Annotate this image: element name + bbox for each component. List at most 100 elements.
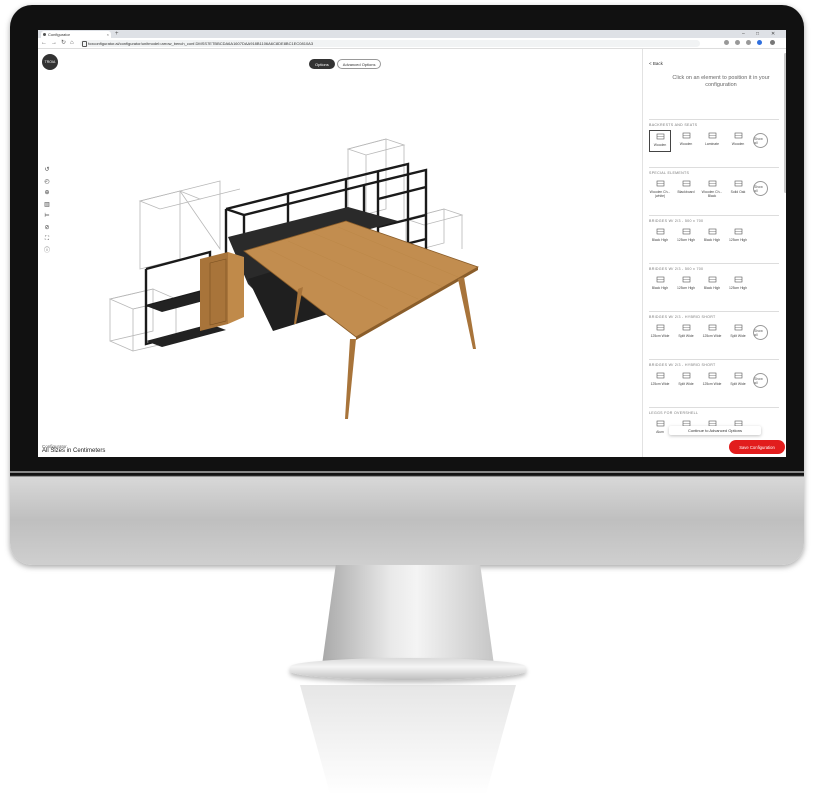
show-all-button[interactable]: Show all xyxy=(753,373,768,388)
option-row: Black High 125cm High Black High 125cm High xyxy=(649,274,779,296)
save-configuration-button[interactable]: Save Configuration xyxy=(729,440,785,454)
hide-icon[interactable]: ⊘ xyxy=(44,225,50,231)
option-tile[interactable]: Black High xyxy=(701,274,723,296)
panel-scrollbar[interactable] xyxy=(784,53,786,193)
close-tab-icon[interactable]: × xyxy=(107,31,109,38)
option-tile[interactable]: Split Wide xyxy=(675,322,697,344)
url-field[interactable]: foxconfigurator.ai/configurator/unitmode… xyxy=(80,39,700,47)
measure-icon[interactable]: ▥ xyxy=(44,202,50,208)
fullscreen-icon[interactable]: ⛶ xyxy=(44,236,50,242)
browser-tab[interactable]: Configurator × xyxy=(41,31,111,38)
option-label: Split Wide xyxy=(678,382,694,386)
continue-advanced-button[interactable]: Continue to Advanced Options xyxy=(669,426,761,435)
new-tab-button[interactable]: + xyxy=(115,30,119,38)
option-tile[interactable]: Solid Oak xyxy=(727,178,749,200)
furniture-thumbnail-icon xyxy=(708,180,716,187)
wood-box-side xyxy=(200,252,228,331)
option-tile[interactable]: 125cm Wide xyxy=(701,322,723,344)
furniture-thumbnail-icon xyxy=(734,228,742,235)
option-tile[interactable]: Wooden Ch... Black xyxy=(701,178,723,200)
option-label: Black High xyxy=(651,238,669,242)
option-section: LEGGS FOR OVERSHELLAlumAnchoredKalibraEl… xyxy=(649,407,779,440)
option-tile[interactable]: 125cm High xyxy=(675,274,697,296)
show-all-button[interactable]: Show all xyxy=(753,133,768,148)
furniture-thumbnail-icon xyxy=(656,180,664,187)
menu-kebab-icon[interactable] xyxy=(770,40,775,45)
tab-title: Configurator xyxy=(48,32,71,37)
screen: Configurator × + – □ ✕ ← → ↻ ⌂ foxconfig… xyxy=(38,30,786,457)
option-tile[interactable]: Black High xyxy=(701,226,723,248)
close-window-button[interactable]: ✕ xyxy=(771,30,775,38)
furniture-thumbnail-icon xyxy=(734,324,742,331)
tab-bar: Configurator × + – □ ✕ xyxy=(38,30,786,38)
show-all-button[interactable]: Show all xyxy=(753,181,768,196)
reload-icon[interactable]: ↻ xyxy=(61,39,66,47)
back-arrow-icon[interactable]: ← xyxy=(41,39,47,47)
furniture-thumbnail-icon xyxy=(682,132,690,139)
option-section: BRIDGES W/ 2/3 - HYBRID SHORT 125cm Wide S… xyxy=(649,311,779,344)
option-label: 125cm High xyxy=(728,238,748,242)
option-tile[interactable]: 125cm Wide xyxy=(649,322,671,344)
address-bar: ← → ↻ ⌂ foxconfigurator.ai/configurator/… xyxy=(38,38,786,49)
furniture-thumbnail-icon xyxy=(734,180,742,187)
bezel-divider xyxy=(10,471,804,473)
back-link[interactable]: < Back xyxy=(649,61,663,66)
furniture-thumbnail-icon xyxy=(734,372,742,379)
panel-title: Click on an element to position it in yo… xyxy=(672,75,770,88)
save-label: Save Configuration xyxy=(739,444,775,450)
furniture-thumbnail-icon xyxy=(656,372,664,379)
option-tile[interactable]: Black High xyxy=(649,274,671,296)
tab-options[interactable]: Options xyxy=(309,59,335,69)
option-tile[interactable]: Split Wide xyxy=(727,370,749,392)
option-label: Black High xyxy=(703,238,721,242)
star-icon[interactable] xyxy=(735,40,740,45)
option-row: Black High 125cm High Black High 125cm High xyxy=(649,226,779,248)
option-tile[interactable]: Blackboard xyxy=(675,178,697,200)
furniture-thumbnail-icon xyxy=(682,228,690,235)
option-tile[interactable]: 125cm Wide xyxy=(701,370,723,392)
forward-arrow-icon[interactable]: → xyxy=(51,39,57,47)
option-tile[interactable]: 125cm High xyxy=(727,226,749,248)
section-title: LEGGS FOR OVERSHELL xyxy=(649,411,699,415)
section-title: BACKRESTS AND SEATS xyxy=(649,123,698,127)
extension-icon[interactable] xyxy=(724,40,729,45)
rotate-icon[interactable]: ↺ xyxy=(44,167,50,173)
option-label: 125cm Wide xyxy=(650,382,670,386)
brand-logo[interactable]: TROIA xyxy=(42,54,58,70)
option-tile[interactable]: 125cm High xyxy=(675,226,697,248)
furniture-thumbnail-icon xyxy=(682,324,690,331)
option-tile[interactable]: Split Wide xyxy=(727,322,749,344)
option-section: BRIDGES W/ 2/3 - 500 x 700 Black High 125c… xyxy=(649,263,779,296)
tab-advanced-options[interactable]: Advanced Options xyxy=(336,59,382,69)
option-row: 125cm Wide Split Wide 125cm Wide Split Wide… xyxy=(649,322,779,344)
furniture-thumbnail-icon xyxy=(708,372,716,379)
monitor-stand-base xyxy=(290,658,526,680)
home-icon[interactable]: ⌂ xyxy=(70,39,74,47)
option-tile[interactable]: Wooden xyxy=(649,130,671,152)
reset-view-icon[interactable]: ◴ xyxy=(44,179,50,185)
furniture-thumbnail-icon xyxy=(734,132,742,139)
option-tile[interactable]: Alum xyxy=(649,418,671,440)
option-tile[interactable]: 125cm High xyxy=(727,274,749,296)
furniture-thumbnail-icon xyxy=(734,276,742,283)
option-tile[interactable]: Laminate xyxy=(701,130,723,152)
option-label: Wooden xyxy=(731,142,745,146)
3d-viewport[interactable] xyxy=(98,109,518,439)
option-label: Black High xyxy=(703,286,721,290)
option-tile[interactable]: Wooden xyxy=(675,130,697,152)
option-tile[interactable]: Wooden xyxy=(727,130,749,152)
option-tile[interactable]: Black High xyxy=(649,226,671,248)
info-icon[interactable]: ⓘ xyxy=(44,248,50,254)
maximize-button[interactable]: □ xyxy=(756,30,759,38)
furniture-thumbnail-icon xyxy=(708,228,716,235)
option-tile[interactable]: Wooden Ch... (white) xyxy=(649,178,671,200)
furniture-thumbnail-icon xyxy=(682,276,690,283)
align-icon[interactable]: ⊨ xyxy=(44,213,50,219)
zoom-icon[interactable]: ⊕ xyxy=(44,190,50,196)
option-tile[interactable]: 125cm Wide xyxy=(649,370,671,392)
show-all-button[interactable]: Show all xyxy=(753,325,768,340)
profile-avatar[interactable] xyxy=(757,40,762,45)
minimize-button[interactable]: – xyxy=(742,30,745,38)
option-tile[interactable]: Split Wide xyxy=(675,370,697,392)
extension-icon[interactable] xyxy=(746,40,751,45)
